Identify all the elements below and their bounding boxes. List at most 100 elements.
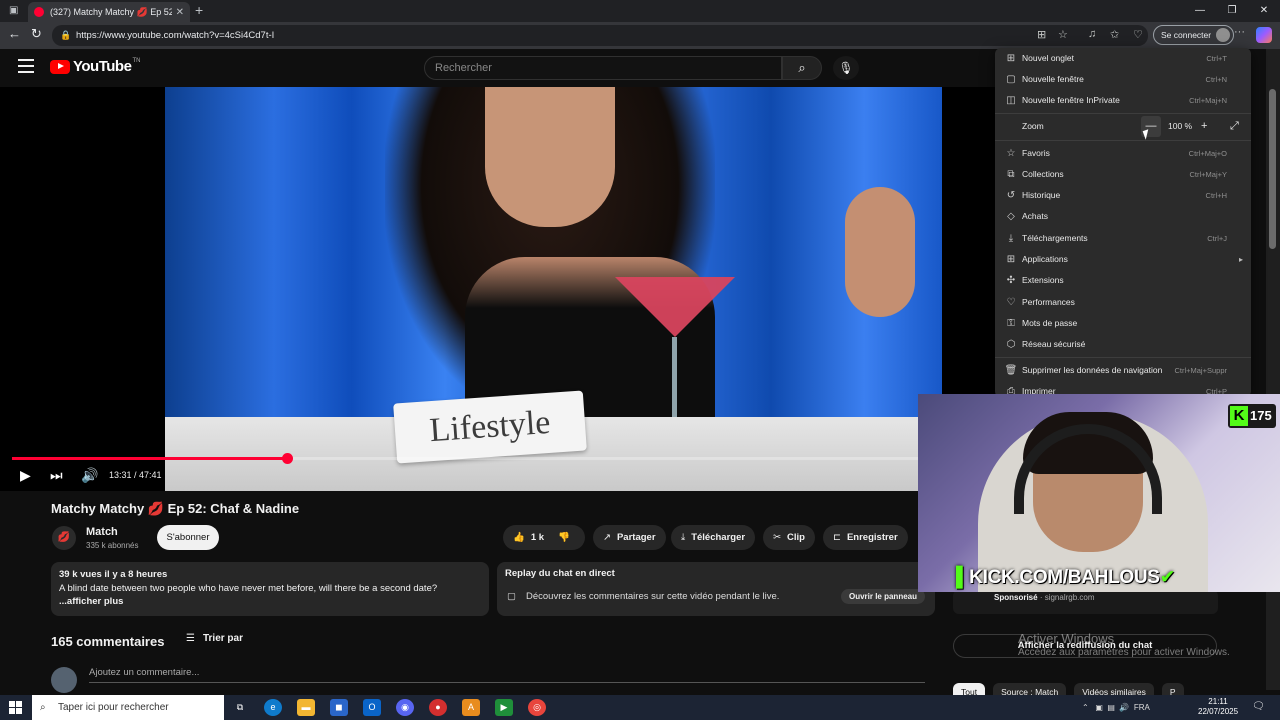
page-scrollbar[interactable]	[1266, 49, 1280, 690]
discord-icon[interactable]: ◉	[396, 699, 414, 716]
favorite-star-icon[interactable]: ☆	[1058, 28, 1068, 41]
add-comment-input[interactable]: Ajoutez un commentaire...	[89, 667, 925, 683]
copilot-icon[interactable]	[1256, 27, 1272, 43]
video-subject-hand	[845, 187, 915, 317]
volume-tray-icon[interactable]: 🔊	[1119, 703, 1129, 712]
clip-button[interactable]: ✂ Clip	[763, 525, 815, 550]
app-a-icon[interactable]: A	[462, 699, 480, 716]
obs-icon[interactable]: ●	[429, 699, 447, 716]
new-tab-icon[interactable]: +	[195, 2, 203, 18]
fullscreen-icon[interactable]: ⤢	[1230, 116, 1239, 137]
store-icon[interactable]: ◼	[330, 699, 348, 716]
close-window-icon[interactable]: ✕	[1248, 0, 1280, 22]
outlook-icon[interactable]: O	[363, 699, 381, 716]
clock-time: 21:11	[1208, 697, 1228, 706]
menu-item-label: Nouvelle fenêtre	[1022, 74, 1084, 84]
address-field[interactable]: 🔒 https://www.youtube.com/watch?v=4cSi4C…	[52, 25, 1148, 46]
menu-item-history[interactable]: ↺ Historique Ctrl+H	[995, 185, 1251, 206]
youtube-favicon-icon	[34, 7, 44, 17]
menu-item-new-tab[interactable]: ⊞ Nouvel onglet Ctrl+T	[995, 48, 1251, 69]
thumbs-down-icon[interactable]: 👎	[558, 525, 570, 550]
menu-item-label: Performances	[1022, 297, 1075, 307]
taskbar-clock[interactable]: 21:11 22/07/2025	[1198, 697, 1238, 717]
sort-button[interactable]: ☰ Trier par	[186, 633, 243, 644]
like-button[interactable]: 👍 1 k 👎	[503, 525, 585, 550]
menu-hamburger-icon[interactable]	[18, 59, 34, 73]
close-tab-icon[interactable]: ✕	[176, 7, 184, 18]
refresh-icon[interactable]: ↻	[31, 26, 42, 42]
menu-item-new-window[interactable]: ▢ Nouvelle fenêtre Ctrl+N	[995, 69, 1251, 90]
language-indicator[interactable]: FRA	[1134, 703, 1150, 712]
menu-item-label: Extensions	[1022, 275, 1064, 285]
app-available-icon[interactable]: ⊞	[1037, 28, 1046, 41]
reading-icon[interactable]: ♫	[1088, 28, 1096, 40]
menu-item-label: Nouvel onglet	[1022, 53, 1074, 63]
file-explorer-icon[interactable]: ▬	[297, 699, 315, 716]
kick-url: KICK.COM/BAHLOUS	[969, 567, 1160, 588]
app-terminal-icon[interactable]: ▶	[495, 699, 513, 716]
channel-name[interactable]: Match	[86, 526, 118, 538]
clip-label: Clip	[786, 532, 805, 543]
menu-item-extensions[interactable]: ✣ Extensions	[995, 270, 1251, 291]
workspaces-icon[interactable]: ▣	[9, 5, 18, 16]
zoom-label: Zoom	[1022, 121, 1044, 131]
tray-app-icon[interactable]: ▣	[1095, 703, 1103, 712]
play-icon[interactable]: ▶	[20, 467, 31, 484]
next-icon[interactable]: ⏭	[50, 467, 63, 484]
browser-tab[interactable]: (327) Matchy Matchy 💋 Ep 52: C ✕	[28, 2, 190, 22]
menu-item-shopping[interactable]: ◇ Achats	[995, 206, 1251, 227]
youtube-logo[interactable]: YouTube TN	[50, 58, 140, 75]
progress-bar[interactable]	[12, 453, 982, 464]
voice-search-button[interactable]: 🎙	[833, 56, 859, 80]
subscribe-button[interactable]: S'abonner	[157, 525, 219, 550]
download-button[interactable]: ⤓ Télécharger	[671, 525, 756, 550]
menu-item-downloads[interactable]: ⤓ Téléchargements Ctrl+J	[995, 228, 1251, 249]
menu-item-inprivate[interactable]: ◫ Nouvelle fenêtre InPrivate Ctrl+Maj+N	[995, 90, 1251, 111]
tray-chevron-icon[interactable]: ⌃	[1082, 703, 1089, 712]
more-menu-icon[interactable]: ···	[1234, 26, 1245, 38]
menu-item-collections[interactable]: ⧉ Collections Ctrl+Maj+Y	[995, 164, 1251, 185]
minimize-icon[interactable]: —	[1184, 0, 1216, 22]
zoom-in-icon[interactable]: +	[1201, 116, 1207, 137]
browser-essentials-icon[interactable]: ♡	[1133, 28, 1143, 41]
search-input[interactable]: Rechercher	[424, 56, 782, 80]
menu-item-favorites[interactable]: ☆ Favoris Ctrl+Maj+O	[995, 143, 1251, 164]
menu-item-apps[interactable]: ⊞ Applications ▸	[995, 249, 1251, 270]
taskbar-search-placeholder: Taper ici pour rechercher	[58, 702, 169, 713]
description-box[interactable]: 39 k vues il y a 8 heures A blind date b…	[51, 562, 489, 616]
region-code: TN	[132, 58, 141, 64]
comment-count: 165 commentaires	[51, 634, 165, 649]
menu-item-label: Nouvelle fenêtre InPrivate	[1022, 95, 1120, 105]
puzzle-icon: ✣	[1006, 275, 1016, 286]
open-panel-button[interactable]: Ouvrir le panneau	[840, 589, 925, 604]
channel-avatar[interactable]: 💋	[52, 526, 76, 550]
favorites-icon[interactable]: ✩	[1110, 28, 1119, 41]
menu-item-shortcut: Ctrl+J	[1207, 234, 1227, 243]
sponsor-domain: · signalrgb.com	[1039, 593, 1095, 602]
taskbar-search-input[interactable]: ⌕ Taper ici pour rechercher	[32, 695, 224, 720]
show-more-link[interactable]: ...afficher plus	[59, 595, 481, 609]
chrome-icon[interactable]: ◎	[528, 699, 546, 716]
menu-item-clear-data[interactable]: 🗑 Supprimer les données de navigation Ctrl…	[995, 360, 1251, 381]
sponsored-ad[interactable]: Sponsorisé · signalrgb.com	[953, 590, 1218, 614]
microphone-icon: 🎙	[838, 61, 854, 75]
signin-button[interactable]: Se connecter	[1153, 25, 1235, 45]
windows-start-icon[interactable]	[9, 701, 22, 714]
menu-separator	[995, 357, 1251, 358]
scrollbar-thumb[interactable]	[1269, 89, 1276, 249]
menu-item-performance[interactable]: ♡ Performances	[995, 292, 1251, 313]
windows-taskbar: ⌕ Taper ici pour rechercher ⧉ e ▬ ◼ O ◉ …	[0, 695, 1280, 720]
menu-item-passwords[interactable]: ⚿ Mots de passe	[995, 313, 1251, 334]
edge-icon[interactable]: e	[264, 699, 282, 716]
notifications-icon[interactable]: 🗨	[1252, 701, 1265, 712]
search-button[interactable]: ⌕	[782, 56, 822, 80]
volume-icon[interactable]: 🔊	[81, 467, 98, 484]
network-icon[interactable]: ▤	[1107, 703, 1115, 712]
save-button[interactable]: ⊏ Enregistrer	[823, 525, 908, 550]
task-view-icon[interactable]: ⧉	[231, 699, 249, 716]
share-button[interactable]: ↗ Partager	[593, 525, 666, 550]
maximize-icon[interactable]: ❐	[1216, 0, 1248, 22]
back-icon[interactable]: ←	[8, 26, 21, 41]
video-player[interactable]: Lifestyle ▶ ⏭ 🔊 13:31 / 47:41	[0, 87, 995, 491]
menu-item-secure-network[interactable]: ⬡ Réseau sécurisé	[995, 334, 1251, 355]
